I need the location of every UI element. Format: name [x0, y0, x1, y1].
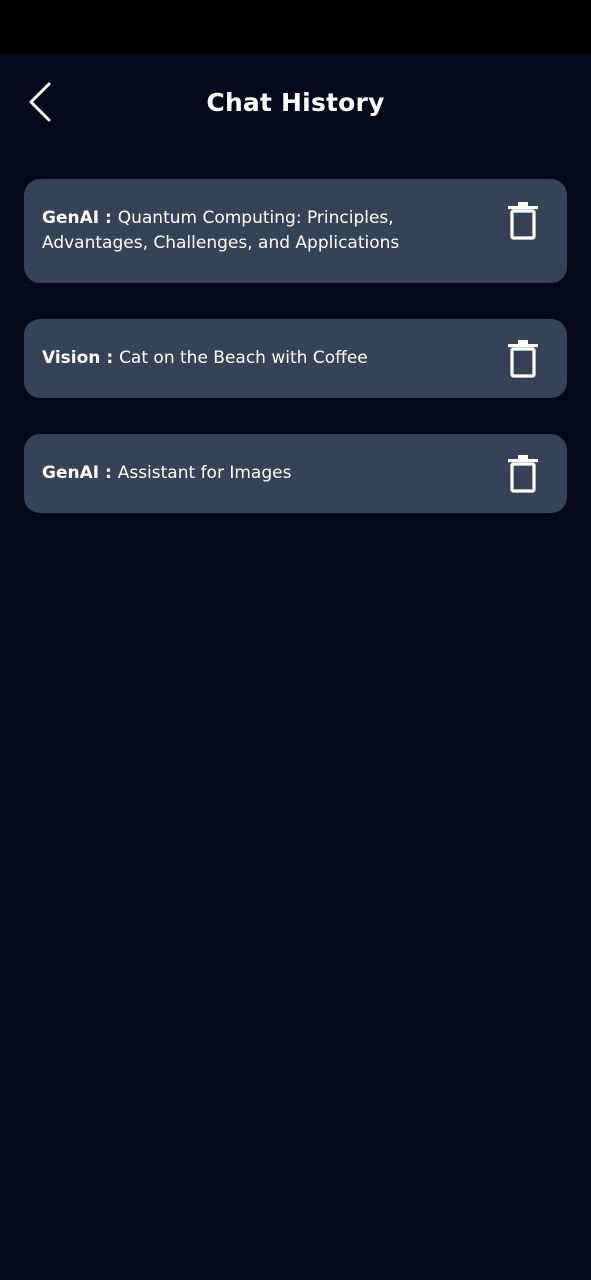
chat-history-item-text: GenAI : Quantum Computing: Principles, A… [42, 206, 475, 256]
chat-title: Assistant for Images [117, 463, 292, 483]
chat-category-separator: : [100, 348, 120, 368]
chat-history-list: GenAI : Quantum Computing: Principles, A… [24, 179, 567, 549]
delete-chat-button[interactable] [505, 454, 541, 494]
chat-category-label: GenAI [42, 208, 100, 228]
trash-icon [508, 339, 538, 378]
chat-history-item-text: Vision : Cat on the Beach with Coffee [42, 346, 368, 371]
delete-chat-button[interactable] [505, 339, 541, 379]
trash-icon [508, 202, 538, 240]
chat-category-separator: : [99, 208, 118, 228]
delete-chat-button[interactable] [505, 201, 541, 241]
chat-history-item[interactable]: GenAI : Quantum Computing: Principles, A… [24, 179, 567, 283]
chat-title: Cat on the Beach with Coffee [119, 348, 368, 368]
chat-history-item[interactable]: GenAI : Assistant for Images [24, 434, 567, 513]
page-title: Chat History [206, 88, 385, 117]
chat-category-label: GenAI [42, 463, 100, 483]
app-header: Chat History [0, 54, 591, 154]
chat-category-label: Vision [42, 348, 101, 368]
status-bar [0, 0, 591, 54]
trash-icon [508, 454, 538, 493]
chat-category-separator: : [99, 463, 118, 483]
chat-history-item[interactable]: Vision : Cat on the Beach with Coffee [24, 319, 567, 398]
chat-history-item-text: GenAI : Assistant for Images [42, 461, 291, 486]
